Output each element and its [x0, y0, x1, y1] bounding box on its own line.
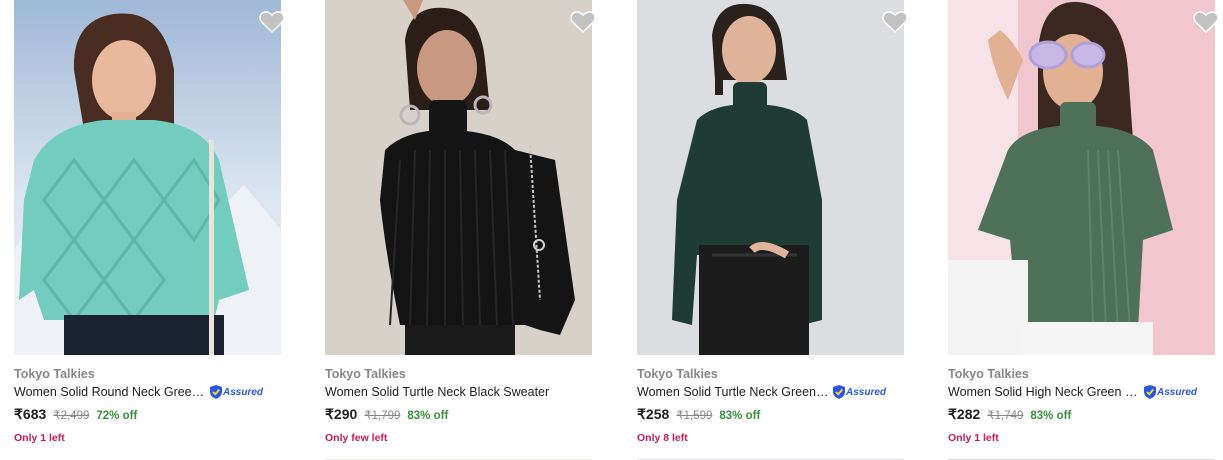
product-brand: Tokyo Talkies: [637, 367, 718, 381]
next-row-image-peek: [325, 453, 592, 460]
product-price: ₹282: [948, 406, 981, 422]
product-price: ₹683: [14, 406, 47, 422]
stock-status: Only 1 left: [14, 432, 65, 444]
heart-icon[interactable]: [882, 10, 908, 34]
product-grid: Tokyo Talkies Women Solid Round Neck Gre…: [0, 0, 1223, 460]
assured-badge: Assured: [210, 385, 263, 399]
product-image[interactable]: [948, 0, 1215, 355]
product-title-row[interactable]: Women Solid High Neck Green Sweater Assu…: [948, 384, 1210, 400]
product-image[interactable]: [637, 0, 904, 355]
product-discount: 72% off: [96, 410, 138, 422]
product-card[interactable]: Tokyo Talkies Women Solid Turtle Neck Gr…: [637, 0, 908, 460]
heart-icon[interactable]: [1193, 10, 1219, 34]
assured-shield-icon: [210, 385, 222, 399]
price-row: ₹282 ₹1,749 83% off: [948, 406, 1071, 423]
product-card[interactable]: Tokyo Talkies Women Solid High Neck Gree…: [948, 0, 1219, 460]
product-card[interactable]: Tokyo Talkies Women Solid Round Neck Gre…: [14, 0, 285, 460]
product-title[interactable]: Women Solid High Neck Green Sweater: [948, 385, 1142, 399]
stock-status: Only 1 left: [948, 432, 999, 444]
product-discount: 83% off: [407, 410, 449, 422]
product-title[interactable]: Women Solid Turtle Neck Black Sweater: [325, 385, 549, 399]
product-title-row[interactable]: Women Solid Turtle Neck Black Sweater: [325, 384, 587, 400]
price-row: ₹258 ₹1,599 83% off: [637, 406, 760, 423]
assured-label: Assured: [1157, 386, 1198, 398]
product-image[interactable]: [325, 0, 592, 355]
product-image[interactable]: [14, 0, 281, 355]
product-mrp: ₹1,599: [676, 410, 713, 422]
product-mrp: ₹1,799: [364, 410, 401, 422]
stock-status: Only 8 left: [637, 432, 688, 444]
next-row-image-peek: [637, 453, 904, 460]
price-row: ₹683 ₹2,499 72% off: [14, 406, 137, 423]
product-mrp: ₹1,749: [987, 410, 1024, 422]
product-title[interactable]: Women Solid Round Neck Green Sweater: [14, 385, 208, 399]
product-brand: Tokyo Talkies: [325, 367, 406, 381]
next-row-image-peek: [948, 453, 1215, 460]
product-title[interactable]: Women Solid Turtle Neck Green Sweater: [637, 385, 831, 399]
product-price: ₹290: [325, 406, 358, 422]
assured-shield-icon: [833, 385, 845, 399]
price-row: ₹290 ₹1,799 83% off: [325, 406, 448, 423]
stock-status: Only few left: [325, 432, 388, 444]
product-title-row[interactable]: Women Solid Turtle Neck Green Sweater As…: [637, 384, 899, 400]
assured-label: Assured: [223, 386, 264, 398]
product-brand: Tokyo Talkies: [14, 367, 95, 381]
assured-shield-icon: [1144, 385, 1156, 399]
product-discount: 83% off: [719, 410, 761, 422]
product-title-row[interactable]: Women Solid Round Neck Green Sweater Ass…: [14, 384, 276, 400]
product-mrp: ₹2,499: [53, 410, 90, 422]
assured-label: Assured: [846, 386, 887, 398]
heart-icon[interactable]: [259, 10, 285, 34]
assured-badge: Assured: [833, 385, 886, 399]
product-brand: Tokyo Talkies: [948, 367, 1029, 381]
product-discount: 83% off: [1030, 410, 1072, 422]
next-row-image-peek: [14, 453, 281, 460]
assured-badge: Assured: [1144, 385, 1197, 399]
product-card[interactable]: Tokyo Talkies Women Solid Turtle Neck Bl…: [325, 0, 596, 460]
heart-icon[interactable]: [570, 10, 596, 34]
product-price: ₹258: [637, 406, 670, 422]
